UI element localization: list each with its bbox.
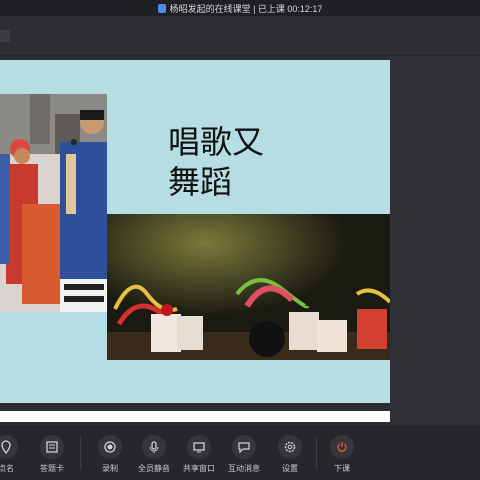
gear-icon	[278, 435, 302, 459]
pin-icon	[0, 435, 18, 459]
settings-button[interactable]: 设置	[268, 435, 312, 474]
control-divider	[316, 437, 317, 469]
chat-icon	[232, 435, 256, 459]
mute-all-icon	[142, 435, 166, 459]
share-window-button[interactable]: 共享窗口	[177, 435, 221, 474]
photo-singers	[0, 94, 107, 312]
answer-card-button[interactable]: 答题卡	[30, 435, 74, 474]
photo-dancers	[107, 214, 390, 360]
lock-icon	[157, 3, 166, 13]
answer-card-icon	[40, 435, 64, 459]
mute-all-button[interactable]: 全员静音	[132, 435, 176, 474]
window-title: 杨昭发起的在线课堂 | 已上课 00:12:17	[169, 3, 323, 14]
share-window-label: 共享窗口	[183, 464, 215, 473]
window-titlebar: 杨昭发起的在线课堂 | 已上课 00:12:17	[0, 0, 480, 16]
power-icon	[330, 435, 354, 459]
record-icon	[98, 435, 122, 459]
roll-call-label: 点名	[0, 464, 14, 473]
bottom-control-bar: 点名 答题卡 录制 全员静音 共享窗口 互动消息 设置 下课	[0, 426, 480, 480]
settings-label: 设置	[282, 464, 298, 473]
slide: 唱歌又 舞蹈	[0, 60, 390, 403]
slide-heading-line1: 唱歌又	[168, 123, 265, 161]
slide-bottom-bar	[0, 411, 390, 422]
top-toolbar	[0, 16, 480, 56]
mute-all-label: 全员静音	[138, 464, 170, 473]
collapse-handle[interactable]	[0, 30, 10, 42]
slide-heading-line2: 舞蹈	[168, 163, 233, 201]
share-window-icon	[187, 435, 211, 459]
chat-label: 互动消息	[228, 464, 260, 473]
roll-call-button[interactable]: 点名	[0, 435, 28, 474]
control-divider	[80, 437, 81, 469]
chat-button[interactable]: 互动消息	[222, 435, 266, 474]
answer-card-label: 答题卡	[40, 464, 64, 473]
slide-heading: 唱歌又 舞蹈	[168, 122, 288, 202]
end-class-button[interactable]: 下课	[320, 435, 364, 474]
end-class-label: 下课	[334, 464, 350, 473]
record-label: 录制	[102, 464, 118, 473]
right-panel	[390, 56, 480, 426]
record-button[interactable]: 录制	[88, 435, 132, 474]
